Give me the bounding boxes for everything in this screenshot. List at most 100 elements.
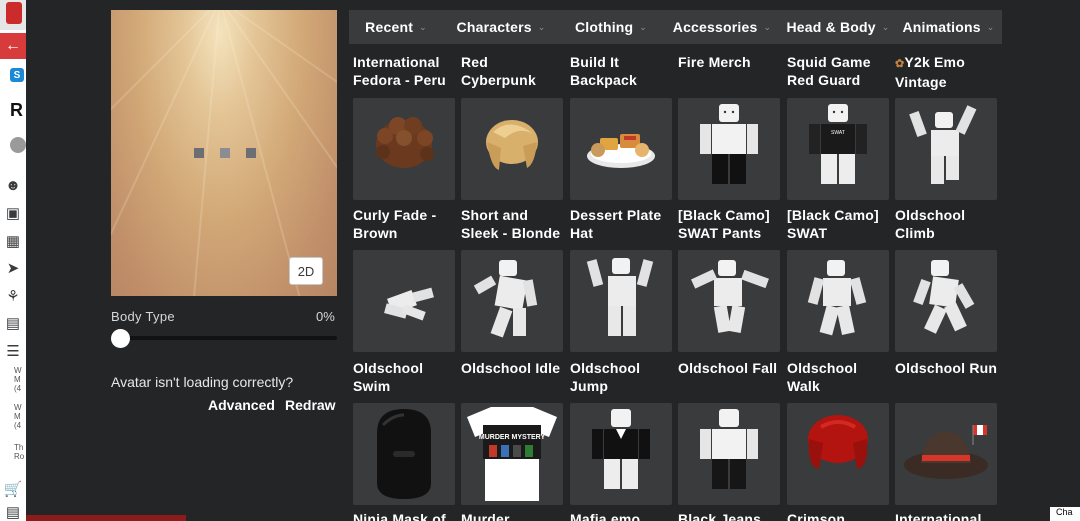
browser-tab[interactable] [0,0,26,30]
black-pants-avatar-icon [700,104,758,184]
item-name[interactable]: Oldschool Idle [461,359,567,377]
tab-label: Animations [902,19,981,35]
item-name[interactable]: Curly Fade - Brown [353,206,459,242]
item-tile[interactable] [895,250,997,352]
item-name[interactable]: [Black Camo] SWAT Pants [678,206,784,242]
user-avatar-icon[interactable] [10,137,26,153]
body-type-slider-thumb[interactable] [111,329,130,348]
crimson-hair-icon [808,415,868,469]
item-name[interactable]: Crimson [787,510,893,521]
friends-icon[interactable]: ⚘ [0,284,26,308]
tab-favicon [6,2,22,24]
sidebar-event-text-2[interactable]: W M (4 [14,403,22,430]
back-arrow-icon[interactable]: ← [0,33,26,59]
inventory-icon[interactable]: ▣ [0,201,26,225]
item-tile[interactable] [895,403,997,505]
item-name[interactable]: Mafia emo [570,510,676,521]
item-tile[interactable] [678,98,780,200]
chevron-down-icon: ⌄ [763,21,772,32]
murder-mystery-shirt-icon: MURDER MYSTERY [467,407,557,501]
item-name[interactable]: Oldschool Run [895,359,1001,377]
tab-label: Characters [456,19,532,35]
trade-icon[interactable]: ▦ [0,229,26,253]
item-name[interactable]: Dessert Plate Hat [570,206,676,242]
tab-head-body[interactable]: Head & Body ⌄ [781,10,895,44]
item-tile[interactable]: SWAT [787,98,889,200]
item-name[interactable]: ✿Y2k Emo Vintage [895,53,1001,91]
item-name[interactable]: Murder [461,510,567,521]
item-tile[interactable] [787,403,889,505]
messages-icon[interactable]: ➤ [0,256,26,280]
idle-animation-icon [473,260,538,338]
profile-icon[interactable]: ☻ [0,173,26,197]
item-name[interactable]: Ninja Mask of [353,510,459,521]
item-tile[interactable] [787,250,889,352]
chevron-down-icon: ⌄ [986,21,995,32]
item-tile[interactable] [570,403,672,505]
black-jeans-avatar-icon [700,409,758,489]
item-tile[interactable] [461,98,563,200]
item-name[interactable]: Oldschool Climb [895,206,1001,242]
item-tile[interactable] [353,403,455,505]
item-name[interactable]: Oldschool Jump [570,359,676,395]
tab-label: Accessories [672,19,758,35]
shop-icon[interactable]: 🛒 [0,477,26,501]
item-name[interactable]: Oldschool Walk [787,359,893,395]
canada-fedora-icon [904,425,988,479]
item-name-text: Y2k Emo Vintage [895,54,965,90]
item-name[interactable]: Build It Backpack [570,53,676,89]
roblox-logo[interactable]: R [10,100,23,121]
item-tile[interactable] [678,403,780,505]
advanced-link[interactable]: Advanced [208,397,275,413]
blog-icon[interactable]: ☰ [0,339,26,363]
item-name[interactable]: International Fedora - Peru [353,53,459,89]
gift-card-icon[interactable]: ▤ [0,500,26,521]
item-name[interactable]: Oldschool Swim [353,359,459,395]
loading-dot [220,148,230,158]
chat-tab[interactable]: Cha [1050,507,1080,521]
chevron-down-icon: ⌄ [639,21,648,32]
browser-sidebar: ← S R ☻ ▣ ▦ ➤ ⚘ ▤ ☰ W M (4 W M (4 Th Ro … [0,0,26,521]
item-name[interactable]: International [895,510,1001,521]
item-name[interactable]: Squid Game Red Guard [787,53,893,89]
ninja-mask-icon [377,409,431,499]
item-name[interactable]: Black Jeans [678,510,784,521]
item-tile[interactable] [678,250,780,352]
groups-icon[interactable]: ▤ [0,311,26,335]
tab-clothing[interactable]: Clothing ⌄ [559,10,663,44]
mafia-suit-avatar-icon [592,409,650,489]
body-type-slider-track[interactable] [113,336,337,340]
item-tile[interactable] [461,250,563,352]
body-type-value: 0% [316,309,335,324]
avatar-preview [111,10,337,296]
item-tile[interactable] [570,98,672,200]
item-name[interactable]: Fire Merch [678,53,784,71]
sidebar-event-text-1[interactable]: W M (4 [14,366,22,393]
tab-accessories[interactable]: Accessories ⌄ [663,10,781,44]
skype-icon[interactable]: S [10,68,24,82]
item-tile[interactable] [353,98,455,200]
swat-outfit-avatar-icon: SWAT [809,104,867,184]
item-tile[interactable] [570,250,672,352]
redraw-link[interactable]: Redraw [285,397,336,413]
item-tile[interactable]: MURDER MYSTERY [461,403,563,505]
toggle-2d-button[interactable]: 2D [289,257,323,285]
category-nav: Recent ⌄ Characters ⌄ Clothing ⌄ Accessorie… [349,10,1002,44]
tab-recent[interactable]: Recent ⌄ [349,10,443,44]
walk-animation-icon [807,260,867,336]
jump-animation-icon [586,258,654,336]
item-name[interactable]: Oldschool Fall [678,359,784,377]
blonde-hair-icon [486,120,538,170]
tab-animations[interactable]: Animations ⌄ [895,10,1002,44]
item-name[interactable]: [Black Camo] SWAT [787,206,893,242]
item-name[interactable]: Short and Sleek - Blonde [461,206,567,242]
item-tile[interactable] [353,250,455,352]
sidebar-event-text-3[interactable]: Th Ro [14,443,24,461]
tab-characters[interactable]: Characters ⌄ [443,10,559,44]
status-url-bar [26,515,186,521]
body-type-label: Body Type [111,309,175,324]
item-tile[interactable] [895,98,997,200]
loading-dot [246,148,256,158]
tab-label: Head & Body [786,19,876,35]
item-name[interactable]: Red Cyberpunk [461,53,567,89]
